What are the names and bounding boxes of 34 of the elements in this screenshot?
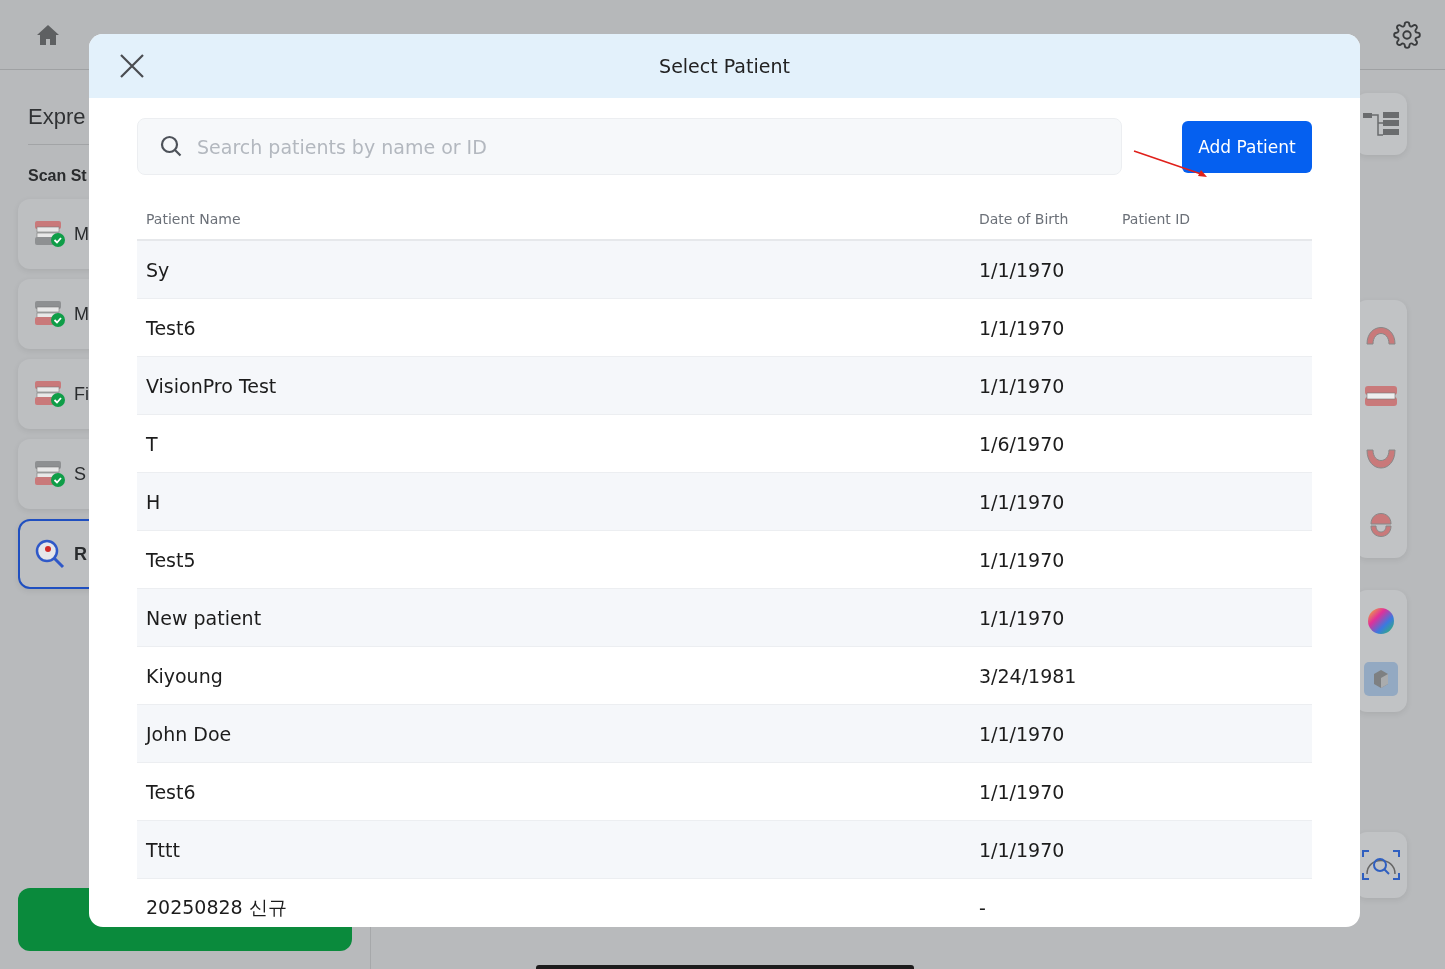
patient-name-cell-text: H: [146, 490, 162, 513]
date-of-birth-cell-text: 1/1/1970: [979, 606, 1066, 629]
step-label: M: [74, 223, 89, 245]
date-of-birth-cell-text: 1/1/1970: [979, 780, 1066, 803]
date-of-birth-cell-text: 1/1/1970: [979, 838, 1066, 861]
patient-name-cell-text: 20250828 신규: [146, 894, 288, 920]
step-label: R: [74, 543, 87, 565]
patient-name-cell-text: Test5: [146, 548, 197, 571]
patient-name-cell-text: Tttt: [146, 838, 181, 861]
step-label: Fi: [74, 383, 89, 405]
date-of-birth-cell-text: 1/6/1970: [979, 432, 1066, 455]
dialog-title: Select Patient: [658, 55, 791, 77]
date-of-birth-cell-text: 1/1/1970: [979, 722, 1066, 745]
patient-name-cell-text: Test6: [146, 780, 197, 803]
date-of-birth-cell-text: 1/1/1970: [979, 374, 1066, 397]
patient-name-cell-text: Sy: [146, 258, 171, 281]
patient-name-cell-text: Test6: [146, 316, 197, 339]
section-heading: Scan St: [28, 167, 88, 185]
column-header: Patient Name: [146, 211, 242, 227]
date-of-birth-cell-text: -: [979, 896, 987, 919]
patient-name-cell-text: VisionPro Test: [146, 374, 278, 397]
patient-name-cell-text: John Doe: [146, 722, 233, 745]
date-of-birth-cell-text: 1/1/1970: [979, 548, 1066, 571]
column-header: Patient ID: [1122, 211, 1192, 227]
patient-name-cell-text: Kiyoung: [146, 664, 224, 687]
patient-name-cell-text: New patient: [146, 606, 263, 629]
patient-name-cell-text: T: [146, 432, 159, 455]
date-of-birth-cell-text: 1/1/1970: [979, 316, 1066, 339]
column-header: Date of Birth: [979, 211, 1070, 227]
step-label: S: [74, 463, 86, 485]
date-of-birth-cell-text: 3/24/1981: [979, 664, 1078, 687]
step-label: M: [74, 303, 89, 325]
date-of-birth-cell-text: 1/1/1970: [979, 258, 1066, 281]
date-of-birth-cell-text: 1/1/1970: [979, 490, 1066, 513]
